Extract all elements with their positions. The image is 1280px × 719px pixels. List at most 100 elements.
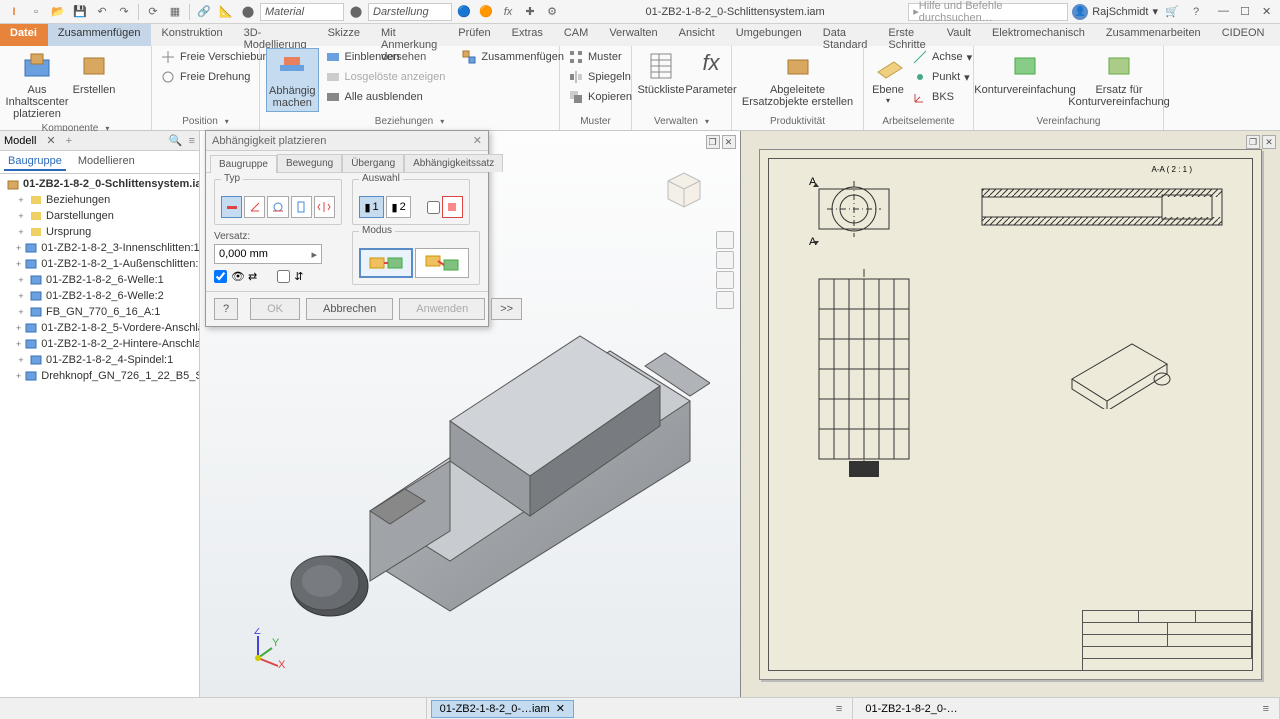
pick-part-first-checkbox[interactable] bbox=[427, 201, 440, 214]
create-button[interactable]: Erstellen bbox=[72, 48, 116, 98]
copy-button[interactable]: Kopieren bbox=[566, 88, 634, 106]
tab-vault[interactable]: Vault bbox=[937, 24, 982, 46]
tab-cam[interactable]: CAM bbox=[554, 24, 599, 46]
appearance-sphere-icon[interactable]: ⬤ bbox=[346, 2, 366, 22]
constrain-button[interactable]: Abhängig machen bbox=[266, 48, 319, 112]
user-account[interactable]: 👤 RajSchmidt ▾ bbox=[1072, 4, 1158, 20]
parameters-button[interactable]: fx Parameter bbox=[688, 48, 734, 98]
tab-annotate[interactable]: Mit Anmerkung versehen bbox=[371, 24, 448, 46]
measure-icon[interactable]: 📐 bbox=[216, 2, 236, 22]
viewport-close-icon[interactable]: ✕ bbox=[722, 135, 736, 149]
tab-tools[interactable]: Extras bbox=[502, 24, 554, 46]
doc-tabs-menu-icon[interactable]: ≡ bbox=[1257, 703, 1275, 715]
tree-part[interactable]: +01-ZB2-1-8-2_3-Innenschlitten:1 bbox=[2, 240, 197, 256]
tree-part[interactable]: +01-ZB2-1-8-2_2-Hintere-Anschlagplatte:1 bbox=[2, 336, 197, 352]
tab-inspect[interactable]: Prüfen bbox=[448, 24, 501, 46]
limits-checkbox[interactable] bbox=[277, 270, 290, 283]
dialog-help-button[interactable]: ? bbox=[214, 298, 238, 320]
home-view-icon[interactable] bbox=[716, 231, 734, 249]
browser-add-tab[interactable]: + bbox=[66, 135, 72, 147]
viewport-drawing[interactable]: ❐ ✕ A-A ( 2 : 1 ) A A bbox=[741, 131, 1280, 698]
tree-root[interactable]: 01-ZB2-1-8-2_0-Schlittensystem.iam bbox=[2, 176, 197, 192]
tab-assemble[interactable]: Zusammenfügen bbox=[48, 24, 152, 46]
viewcube[interactable] bbox=[658, 161, 710, 213]
pan-icon[interactable] bbox=[716, 271, 734, 289]
pattern-button[interactable]: Muster bbox=[566, 48, 634, 66]
more-button[interactable]: >> bbox=[491, 298, 522, 320]
tab-data-standard[interactable]: Data Standard bbox=[813, 24, 879, 46]
plus-icon[interactable]: ✚ bbox=[520, 2, 540, 22]
help-icon[interactable]: ? bbox=[1186, 2, 1206, 22]
new-icon[interactable]: ▫ bbox=[26, 2, 46, 22]
browser-close-icon[interactable]: ✕ bbox=[46, 134, 55, 147]
offset-input[interactable]: 0,000 mm▸ bbox=[214, 244, 322, 264]
tab-cideon[interactable]: CIDEON bbox=[1212, 24, 1276, 46]
material-combo[interactable]: Material bbox=[260, 3, 344, 21]
dialog-tab-motion[interactable]: Bewegung bbox=[277, 154, 342, 172]
cancel-button[interactable]: Abbrechen bbox=[306, 298, 393, 320]
point-button[interactable]: Punkt ▾ bbox=[910, 68, 974, 86]
browser-tab-modeling[interactable]: Modellieren bbox=[74, 153, 139, 171]
envelope-button[interactable]: Konturvereinfachung bbox=[980, 48, 1070, 98]
document-tab-drawing[interactable]: 01-ZB2-1-8-2_0-… bbox=[857, 700, 965, 718]
orbit-icon[interactable] bbox=[716, 251, 734, 269]
axis-button[interactable]: Achse ▾ bbox=[910, 48, 974, 66]
cart-icon[interactable]: 🛒 bbox=[1162, 2, 1182, 22]
update-icon[interactable]: ⟳ bbox=[143, 2, 163, 22]
zoom-icon[interactable] bbox=[716, 291, 734, 309]
tree-part[interactable]: +01-ZB2-1-8-2_5-Vordere-Anschlagplatte:1 bbox=[2, 320, 197, 336]
tab-view[interactable]: Ansicht bbox=[669, 24, 726, 46]
minimize-button[interactable]: — bbox=[1218, 5, 1232, 19]
mode-flush-button[interactable] bbox=[415, 248, 469, 278]
open-icon[interactable]: 📂 bbox=[48, 2, 68, 22]
free-move-button[interactable]: Freie Verschiebung bbox=[158, 48, 277, 66]
tab-environments[interactable]: Umgebungen bbox=[726, 24, 813, 46]
tree-representations[interactable]: +Darstellungen bbox=[2, 208, 197, 224]
dialog-tab-set[interactable]: Abhängigkeitssatz bbox=[404, 154, 503, 172]
undo-icon[interactable]: ↶ bbox=[92, 2, 112, 22]
link-icon[interactable]: 🔗 bbox=[194, 2, 214, 22]
tab-close-icon[interactable]: ✕ bbox=[556, 702, 565, 715]
appearance-combo[interactable]: Darstellung bbox=[368, 3, 452, 21]
type-mate-button[interactable] bbox=[221, 196, 242, 218]
free-rotate-button[interactable]: Freie Drehung bbox=[158, 68, 277, 86]
doc-tabs-menu-icon[interactable]: ≡ bbox=[830, 703, 848, 715]
tab-3d-model[interactable]: 3D-Modellierung bbox=[234, 24, 318, 46]
tree-part[interactable]: +FB_GN_770_6_16_A:1 bbox=[2, 304, 197, 320]
color-icon-1[interactable]: 🔵 bbox=[454, 2, 474, 22]
tab-construction[interactable]: Konstruktion bbox=[151, 24, 233, 46]
place-from-content-center-button[interactable]: Aus Inhaltscenter platzieren bbox=[6, 48, 68, 122]
settings-icon[interactable]: ⚙ bbox=[542, 2, 562, 22]
save-icon[interactable]: 💾 bbox=[70, 2, 90, 22]
tree-part[interactable]: +01-ZB2-1-8-2_6-Welle:1 bbox=[2, 272, 197, 288]
tree-origin[interactable]: +Ursprung bbox=[2, 224, 197, 240]
dialog-close-icon[interactable]: ✕ bbox=[473, 134, 482, 147]
substitute-envelope-button[interactable]: Ersatz für Konturvereinfachung bbox=[1074, 48, 1164, 110]
preview-checkbox[interactable] bbox=[214, 270, 227, 283]
selection-1-button[interactable]: ▮1 bbox=[359, 196, 384, 218]
help-search-input[interactable]: ▸ Hilfe und Befehle durchsuchen… bbox=[908, 3, 1068, 21]
tree-relations[interactable]: +Beziehungen bbox=[2, 192, 197, 208]
ucs-button[interactable]: BKS bbox=[910, 88, 974, 106]
tab-get-started[interactable]: Erste Schritte bbox=[878, 24, 936, 46]
type-symmetry-button[interactable] bbox=[314, 196, 335, 218]
material-sphere-icon[interactable]: ⬤ bbox=[238, 2, 258, 22]
select-icon[interactable]: ▦ bbox=[165, 2, 185, 22]
selection-2-button[interactable]: ▮2 bbox=[386, 196, 411, 218]
tab-file[interactable]: Datei bbox=[0, 24, 48, 46]
show-button[interactable]: Einblenden bbox=[323, 48, 448, 66]
panel-manage-title[interactable]: Verwalten bbox=[638, 115, 725, 128]
assemble-button[interactable]: Zusammenfügen bbox=[459, 48, 566, 66]
browser-tab-assembly[interactable]: Baugruppe bbox=[4, 153, 66, 171]
tab-sketch[interactable]: Skizze bbox=[318, 24, 371, 46]
mode-mate-button[interactable] bbox=[359, 248, 413, 278]
tree-part[interactable]: +01-ZB2-1-8-2_6-Welle:2 bbox=[2, 288, 197, 304]
type-insert-button[interactable] bbox=[291, 196, 312, 218]
hide-all-button[interactable]: Alle ausblenden bbox=[323, 88, 448, 106]
type-tangent-button[interactable] bbox=[267, 196, 288, 218]
viewport-restore-icon[interactable]: ❐ bbox=[706, 135, 720, 149]
tab-electromech[interactable]: Elektromechanisch bbox=[982, 24, 1096, 46]
plane-button[interactable]: Ebene▾ bbox=[870, 48, 906, 107]
tree-part[interactable]: +01-ZB2-1-8-2_4-Spindel:1 bbox=[2, 352, 197, 368]
close-button[interactable]: ✕ bbox=[1262, 5, 1276, 19]
